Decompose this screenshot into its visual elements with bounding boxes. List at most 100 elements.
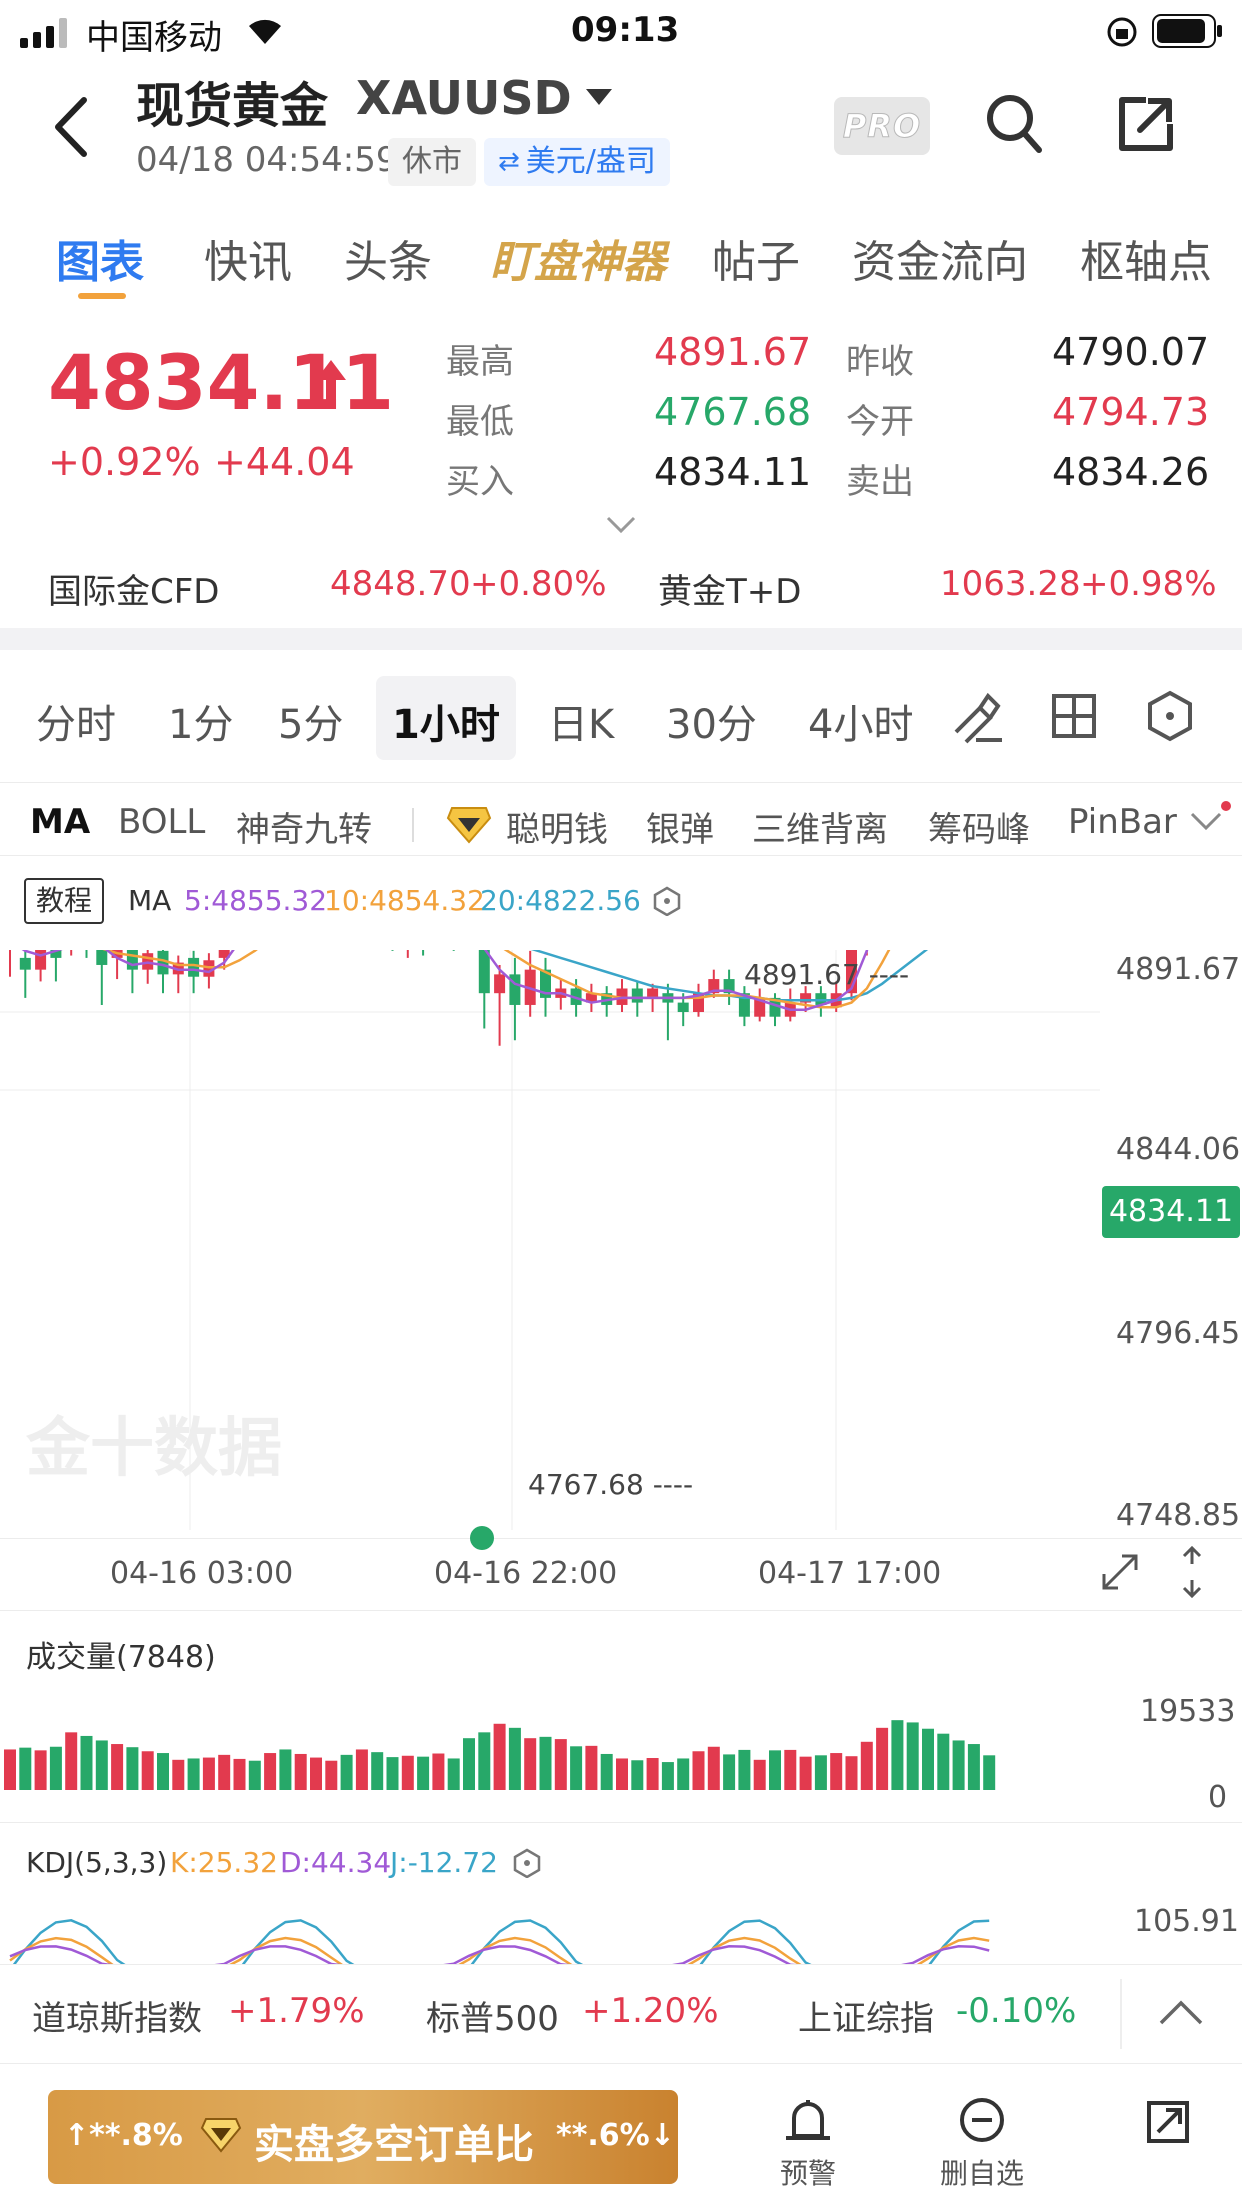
volume-bar <box>417 1756 430 1790</box>
tab-watch-tool[interactable]: 盯盘神器 <box>490 226 666 290</box>
kdj-max-label: 105.91 <box>1134 1904 1239 1939</box>
draw-tool-icon[interactable] <box>950 690 1004 744</box>
chevron-left-icon <box>55 97 87 157</box>
period-timeshare[interactable]: 分时 <box>36 692 116 750</box>
tab-pivot-points[interactable]: 枢轴点 <box>1080 226 1212 290</box>
volume-chart <box>4 1720 996 1790</box>
symbol-selector[interactable]: XAUUSD <box>356 68 612 128</box>
ticker-dji-change: +1.79% <box>228 1991 365 2031</box>
tutorial-button[interactable]: 教程 <box>24 878 105 924</box>
ticker-sse-name: 上证综指 <box>798 1999 934 2039</box>
ma-label: MA <box>128 884 172 917</box>
divider <box>1120 1979 1122 2049</box>
signal-icon <box>20 18 67 48</box>
indicator-ma[interactable]: MA <box>30 802 90 842</box>
volume-bar <box>447 1758 460 1790</box>
volume-bar <box>799 1756 812 1790</box>
low-label: 最低 <box>446 402 514 442</box>
index-ticker-bar[interactable]: 道琼斯指数 +1.79% 标普500 +1.20% 上证综指 -0.10% <box>0 1964 1242 2064</box>
ticker-sp500-name: 标普500 <box>426 1999 559 2039</box>
tab-headlines[interactable]: 头条 <box>344 226 432 290</box>
event-dot[interactable] <box>470 1526 494 1550</box>
related-td-name[interactable]: 黄金T+D <box>658 564 801 613</box>
arrow-up-icon <box>316 360 346 402</box>
more-indicators-icon[interactable] <box>1188 800 1234 840</box>
search-icon[interactable] <box>984 92 1044 156</box>
period-30min[interactable]: 30分 <box>666 692 757 750</box>
period-5min[interactable]: 5分 <box>278 692 343 750</box>
volume-bar <box>585 1745 598 1790</box>
remove-watchlist-button[interactable]: 删自选 <box>932 2096 1032 2196</box>
indicator-boll[interactable]: BOLL <box>118 802 205 842</box>
period-4hour[interactable]: 4小时 <box>808 692 913 750</box>
settings-hex-icon[interactable] <box>1144 690 1196 742</box>
volume-bar <box>952 1740 965 1790</box>
price-axis-label-3: 4796.45 <box>1116 1316 1241 1351</box>
low-value: 4767.68 <box>654 390 812 434</box>
tab-flash[interactable]: 快讯 <box>204 226 292 290</box>
banner-title: 实盘多空订单比 <box>254 2122 534 2168</box>
minus-circle-icon <box>960 2098 1004 2142</box>
export-icon[interactable] <box>1144 2098 1192 2146</box>
indicator-smart-money[interactable]: 聪明钱 <box>506 802 608 851</box>
indicator-pinbar[interactable]: PinBar <box>1068 802 1180 842</box>
ask-label: 卖出 <box>846 462 914 502</box>
indicator-chip-peak[interactable]: 筹码峰 <box>928 802 1030 851</box>
candle-body <box>647 988 659 998</box>
kdj-chart <box>9 1919 990 1964</box>
indicator-silver-bullet[interactable]: 银弹 <box>646 802 714 851</box>
tab-chart[interactable]: 图表 <box>56 226 144 290</box>
price-axis-label-bottom: 4748.85 <box>1116 1498 1241 1533</box>
fullscreen-icon[interactable] <box>1096 1548 1144 1596</box>
indicator-td9[interactable]: 神奇九转 <box>236 802 372 851</box>
ma-settings-icon[interactable] <box>652 886 682 916</box>
back-button[interactable] <box>48 92 100 162</box>
kdj-settings-icon[interactable] <box>512 1848 542 1878</box>
layout-grid-icon[interactable] <box>1050 692 1098 740</box>
rotation-lock-icon <box>1107 17 1137 47</box>
order-ratio-banner[interactable]: ↑**.8% 实盘多空订单比 **.6%↓ <box>48 2090 678 2184</box>
pro-button[interactable]: PRO <box>834 97 930 155</box>
volume-bar <box>723 1754 736 1790</box>
ma5-value: 5:4855.32 <box>184 884 328 917</box>
share-icon[interactable] <box>1116 94 1176 154</box>
chevron-up-icon[interactable] <box>1158 1997 1204 2027</box>
change-absolute: +44.04 <box>214 440 355 484</box>
vertical-scale-icon[interactable] <box>1176 1544 1208 1600</box>
volume-bar <box>937 1733 950 1790</box>
related-cfd-change: +0.80% <box>470 564 607 604</box>
caret-down-icon <box>585 89 612 105</box>
divider <box>412 808 414 842</box>
volume-bar <box>325 1760 338 1790</box>
tab-posts[interactable]: 帖子 <box>712 226 800 290</box>
expand-chevron-icon[interactable] <box>606 516 636 534</box>
bid-label: 买入 <box>446 462 514 502</box>
related-cfd-name[interactable]: 国际金CFD <box>48 564 219 613</box>
volume-bar <box>111 1744 124 1790</box>
price-axis-label-2: 4844.06 <box>1116 1132 1241 1167</box>
tab-fund-flow[interactable]: 资金流向 <box>852 226 1028 290</box>
diamond-icon <box>446 807 492 844</box>
volume-bar <box>172 1759 185 1790</box>
candle-body <box>19 957 31 970</box>
alert-button[interactable]: 预警 <box>766 2096 850 2196</box>
prev-close-label: 昨收 <box>846 342 914 382</box>
watermark: 金十数据 <box>25 1412 282 1486</box>
unit-toggle[interactable]: ⇄ 美元/盎司 <box>484 138 670 186</box>
kdj-title: KDJ(5,3,3) <box>26 1846 168 1879</box>
time-axis-label-2: 04-16 22:00 <box>434 1556 618 1591</box>
low-marker: 4767.68 ---- <box>528 1468 694 1501</box>
volume-bar <box>19 1747 32 1790</box>
period-daily[interactable]: 日K <box>548 692 614 750</box>
banner-long-ratio: ↑**.8% <box>64 2118 183 2153</box>
price-chart[interactable]: 金十数据 <box>0 753 1242 1530</box>
period-1hour[interactable]: 1小时 <box>392 692 500 750</box>
volume-bar <box>340 1754 353 1790</box>
period-1min[interactable]: 1分 <box>168 692 233 750</box>
open-label: 今开 <box>846 402 914 442</box>
volume-bar <box>233 1758 246 1790</box>
indicator-3d-divergence[interactable]: 三维背离 <box>752 802 888 851</box>
prev-close-value: 4790.07 <box>1052 330 1210 374</box>
volume-bar <box>692 1751 705 1790</box>
volume-bar <box>983 1755 996 1790</box>
